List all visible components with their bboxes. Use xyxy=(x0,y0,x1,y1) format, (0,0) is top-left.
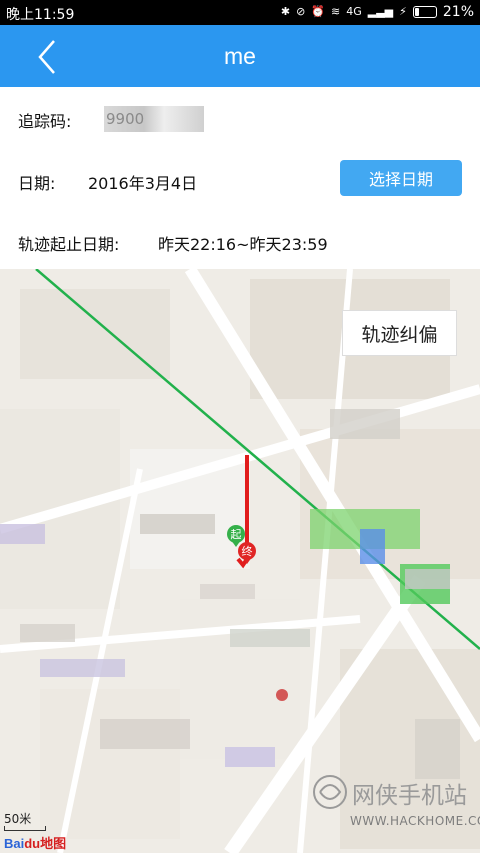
bluetooth-icon: ✱ xyxy=(280,5,291,18)
map-scale-label: 50米 xyxy=(4,812,32,826)
network-type-label: 4G xyxy=(346,5,362,18)
select-date-button[interactable]: 选择日期 xyxy=(340,160,462,196)
map-scale-bar xyxy=(4,826,46,831)
baidu-logo-text-d: du地图 xyxy=(24,836,67,851)
end-marker-icon[interactable]: 终 xyxy=(236,541,258,569)
page-title: me xyxy=(224,43,256,69)
range-label: 轨迹起止日期: xyxy=(18,235,120,254)
status-bar: 晚上11:59 ✱ ⊘ ⏰ ≋ 4G ▂▃▅ ⚡ 21% xyxy=(0,0,480,25)
signal-icon: ▂▃▅ xyxy=(367,5,394,18)
baidu-logo-text-b: Bai xyxy=(4,836,25,851)
battery-icon xyxy=(412,6,437,18)
track-correction-button[interactable]: 轨迹纠偏 xyxy=(342,310,457,356)
date-row: 日期: xyxy=(18,170,55,194)
range-value: 昨天22:16~昨天23:59 xyxy=(158,235,328,254)
mute-icon: ⊘ xyxy=(296,5,306,18)
date-value: 2016年3月4日 xyxy=(88,174,198,193)
charging-icon: ⚡ xyxy=(399,5,407,18)
trace-code-value: 9900 xyxy=(104,106,204,132)
status-icons: ✱ ⊘ ⏰ ≋ 4G ▂▃▅ ⚡ 21% xyxy=(281,4,474,20)
start-marker-label: 起 xyxy=(231,528,242,541)
baidu-map-logo: Baidu地图 xyxy=(4,833,66,852)
watermark-url: WWW.HACKHOME.COM xyxy=(350,814,480,828)
watermark-logo-icon xyxy=(313,775,347,809)
clock-text: 晚上11:59 xyxy=(6,7,75,23)
watermark: 网侠手机站 WWW.HACKHOME.COM xyxy=(312,770,480,840)
battery-percent: 21% xyxy=(442,4,474,20)
trace-code-label: 追踪码: xyxy=(18,112,72,131)
app-bar: me xyxy=(0,25,480,87)
watermark-title: 网侠手机站 xyxy=(352,783,467,809)
alarm-icon: ⏰ xyxy=(311,5,325,18)
date-label: 日期: xyxy=(18,174,56,193)
trace-code-row: 追踪码: xyxy=(18,108,71,132)
map-view[interactable]: 起 终 xyxy=(0,269,480,853)
wifi-icon: ≋ xyxy=(331,5,341,18)
end-marker-label: 终 xyxy=(242,544,253,558)
